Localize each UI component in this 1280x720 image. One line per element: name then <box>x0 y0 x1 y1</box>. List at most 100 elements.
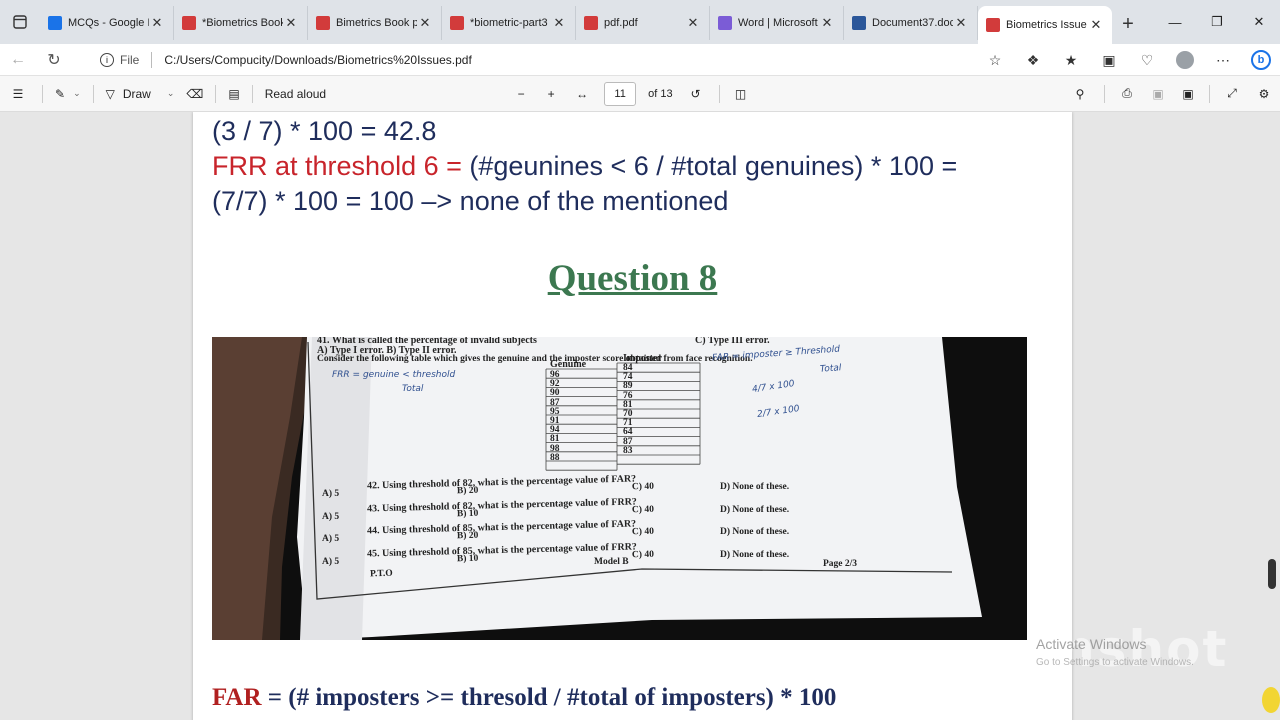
back-button[interactable]: ← <box>0 44 36 76</box>
toolbar-divider <box>718 84 720 103</box>
toolbar-divider <box>215 84 217 103</box>
print-button[interactable]: ⎙ <box>1111 76 1143 112</box>
tab-title: Word | Microsoft <box>738 17 818 29</box>
page-view-button[interactable]: ◫ <box>726 76 756 112</box>
browser-tab[interactable]: *Biometrics Book ✕ <box>174 6 308 40</box>
pdf-toolbar: ☰ ✎ ⌄ ▽ Draw ⌄ ⌫ ▤ Read aloud − + ↔ 11 of 1… <box>0 76 1280 112</box>
toolbar-divider <box>1104 84 1105 103</box>
save-as-button[interactable]: ▣ <box>1173 76 1203 112</box>
window-controls: — ❐ ✕ <box>1154 0 1280 44</box>
browser-tab[interactable]: pdf.pdf ✕ <box>576 6 710 40</box>
info-icon[interactable]: i <box>100 53 114 67</box>
calc-line-2: FRR at threshold 6 = (#geunines < 6 / #t… <box>212 151 957 182</box>
address-bar: ← ↻ i File C:/Users/Compucity/Downloads/… <box>0 44 1280 76</box>
restore-icon[interactable]: ❐ <box>1196 0 1238 44</box>
highlighter-icon: ✎ <box>55 86 66 101</box>
exam-option-a: A) 5 <box>322 556 340 567</box>
favorites-icon[interactable]: ★ <box>1052 44 1090 76</box>
find-button[interactable]: ⚲ <box>1062 76 1098 112</box>
more-menu-icon[interactable]: ⋯ <box>1204 44 1242 76</box>
profile-avatar[interactable] <box>1166 44 1204 76</box>
draw-button[interactable]: ▽ Draw ⌄ <box>100 76 181 112</box>
toolbar-divider <box>92 84 94 103</box>
save-as-icon: ▣ <box>1182 86 1194 101</box>
tab-actions-button[interactable] <box>0 0 40 44</box>
tab-title: Biometrics Issue <box>1006 19 1087 31</box>
add-text-icon: ▤ <box>228 86 240 101</box>
zoom-in-button[interactable]: + <box>536 76 566 112</box>
pdf-icon <box>450 16 464 30</box>
url-field[interactable]: i File C:/Users/Compucity/Downloads/Biom… <box>92 47 1002 73</box>
collections-icon[interactable]: ▣ <box>1090 44 1128 76</box>
exam-option-a: A) 5 <box>322 489 340 499</box>
question-41-option-c: C) Type III error. <box>695 337 770 346</box>
browser-tab[interactable]: MCQs - Google D ✕ <box>40 6 174 40</box>
expand-icon: ⤢ <box>1227 86 1237 100</box>
browser-tab[interactable]: Bimetrics Book p ✕ <box>308 6 442 40</box>
exam-option-c: C) 40 <box>631 481 655 493</box>
copilot-icon[interactable]: b <box>1242 44 1280 76</box>
text-button[interactable]: ▤ <box>222 76 245 112</box>
scrollbar-thumb[interactable] <box>1268 559 1276 589</box>
minimize-icon[interactable]: — <box>1154 0 1196 44</box>
close-tab-icon[interactable]: ✕ <box>1088 17 1104 33</box>
exam-option-a: A) 5 <box>322 511 340 522</box>
exam-option-d: D) None of these. <box>720 549 790 560</box>
exam-question-42: 42. Using threshold of 82, what is the p… <box>366 473 637 492</box>
browser-tab[interactable]: *biometric-part3 ✕ <box>442 6 576 40</box>
back-arrow-icon: ← <box>10 50 26 68</box>
frr-threshold-label: FRR at threshold 6 = <box>212 151 470 181</box>
browser-tab[interactable]: Document37.doc ✕ <box>844 6 978 40</box>
handwritten-frr: FRR = genuine < threshold <box>332 370 456 380</box>
calc-line-1: (3 / 7) * 100 = 42.8 <box>212 116 437 146</box>
toolbar-divider <box>42 84 43 103</box>
pdf-viewer[interactable]: (3 / 7) * 100 = 42.8 FRR at threshold 6 … <box>0 112 1280 720</box>
exam-option-d: D) None of these. <box>720 527 790 537</box>
mouse-cursor-highlight <box>1262 687 1280 713</box>
read-aloud-button[interactable]: Read aloud <box>259 76 332 112</box>
tab-title: *biometric-part3 <box>470 17 548 29</box>
browser-tab[interactable]: Word | Microsoft ✕ <box>710 6 844 40</box>
settings-button[interactable]: ⚙ <box>1248 76 1280 112</box>
browser-tab[interactable]: Biometrics Issue ✕ <box>978 6 1112 44</box>
word-doc-icon <box>852 16 866 30</box>
highlight-button[interactable]: ✎ ⌄ <box>49 76 87 112</box>
pdf-page: (3 / 7) * 100 = 42.8 FRR at threshold 6 … <box>193 112 1072 720</box>
handwritten-far: FAR = imposter ≥ Threshold <box>711 344 841 364</box>
exam-option-d: D) None of these. <box>720 482 790 492</box>
close-tab-icon[interactable]: ✕ <box>149 15 165 31</box>
fullscreen-button[interactable]: ⤢ <box>1216 76 1248 112</box>
page-number-value[interactable]: 11 <box>604 81 637 106</box>
close-tab-icon[interactable]: ✕ <box>685 15 701 31</box>
read-aloud-label: Read aloud <box>264 86 327 101</box>
table-header-genuine: Genuine <box>550 359 587 370</box>
tab-title: Document37.doc <box>872 17 953 29</box>
exam-option-a: A) 5 <box>322 534 340 544</box>
browser-essentials-icon[interactable]: ♡ <box>1128 44 1166 76</box>
close-tab-icon[interactable]: ✕ <box>953 15 969 31</box>
rotate-icon: ↺ <box>690 86 701 101</box>
close-tab-icon[interactable]: ✕ <box>819 15 835 31</box>
favorite-star-icon[interactable]: ☆ <box>976 44 1014 76</box>
contents-button[interactable]: ☰ <box>0 76 36 112</box>
close-tab-icon[interactable]: ✕ <box>417 15 433 31</box>
rotate-button[interactable]: ↺ <box>679 76 713 112</box>
zoom-out-button[interactable]: − <box>506 76 536 112</box>
extensions-icon[interactable]: ❖ <box>1014 44 1052 76</box>
tab-strip: MCQs - Google D ✕ *Biometrics Book ✕ Bimetri… <box>0 0 1280 44</box>
new-tab-button[interactable]: + <box>1112 8 1144 40</box>
far-label: FAR <box>212 684 262 711</box>
tab-actions-icon <box>13 15 27 29</box>
question-heading: Question 8 <box>547 258 718 299</box>
eraser-button[interactable]: ⌫ <box>180 76 209 112</box>
close-tab-icon[interactable]: ✕ <box>551 15 567 31</box>
refresh-button[interactable]: ↻ <box>36 44 72 76</box>
page-number-input[interactable]: 11 <box>598 76 642 112</box>
close-tab-icon[interactable]: ✕ <box>283 15 299 31</box>
close-window-icon[interactable]: ✕ <box>1238 0 1280 44</box>
pdf-icon <box>584 16 598 30</box>
fit-page-button[interactable]: ↔ <box>566 76 598 112</box>
refresh-icon: ↻ <box>47 51 61 69</box>
save-button[interactable]: ▣ <box>1143 76 1173 112</box>
tab-title: Bimetrics Book p <box>336 17 417 29</box>
